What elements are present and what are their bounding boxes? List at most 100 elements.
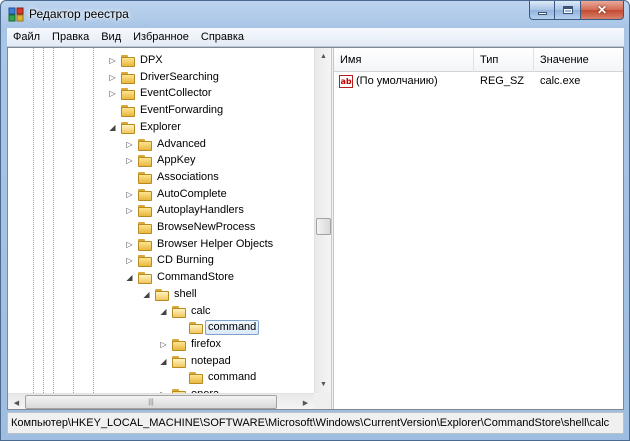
collapse-arrow-icon[interactable]: ◢: [159, 357, 168, 366]
tree-item-label: AutoComplete: [157, 188, 227, 200]
tree-item-label: DPX: [140, 54, 163, 66]
tree-item-label: Browser Helper Objects: [157, 238, 274, 250]
tree-item-label: EventCollector: [140, 87, 212, 99]
value-name-cell: ab (По умолчанию): [339, 72, 474, 90]
tree-item[interactable]: AutoplayHandlers: [154, 202, 247, 219]
tree-pane: ▷ DPX ▷ DriverSearching ▷ EventCollector Event…: [8, 48, 331, 409]
menu-bar: Файл Правка Вид Избранное Справка: [7, 28, 624, 47]
collapse-arrow-icon[interactable]: ◢: [125, 273, 134, 282]
tree-horizontal-scrollbar[interactable]: ◀ ||| ▶: [8, 393, 314, 409]
tree-item[interactable]: AppKey: [154, 152, 199, 169]
minimize-icon: [537, 11, 547, 15]
scrollbar-corner: [314, 393, 331, 409]
tree-guide-line: [93, 48, 94, 393]
tree-item[interactable]: firefox: [188, 336, 224, 353]
tree-item-label: firefox: [191, 338, 221, 350]
value-name: (По умолчанию): [356, 75, 438, 87]
tree-item-label: command: [205, 320, 260, 335]
close-button[interactable]: ✕: [581, 1, 624, 20]
expand-arrow-icon[interactable]: ▷: [125, 206, 134, 215]
vertical-scroll-thumb[interactable]: [316, 218, 331, 235]
collapse-arrow-icon[interactable]: ◢: [108, 123, 117, 132]
tree-item-label: calc: [191, 305, 211, 317]
column-value[interactable]: Значение: [534, 48, 623, 72]
folder-icon: [137, 238, 153, 252]
folder-icon: [171, 338, 187, 352]
collapse-arrow-icon[interactable]: ◢: [142, 290, 151, 299]
folder-icon: [137, 154, 153, 168]
tree-guide-line: [43, 48, 44, 393]
tree-item[interactable]: CommandStore: [154, 269, 237, 286]
tree-item-label: CommandStore: [157, 271, 235, 283]
tree-item[interactable]: DriverSearching: [137, 69, 222, 86]
window-title: Редактор реестра: [29, 7, 129, 21]
status-bar: Компьютер\HKEY_LOCAL_MACHINE\SOFTWARE\Mi…: [7, 412, 624, 434]
tree-item[interactable]: calc: [188, 303, 214, 320]
title-bar[interactable]: Редактор реестра ✕: [1, 1, 629, 28]
tree-item[interactable]: CD Burning: [154, 252, 217, 269]
horizontal-scroll-thumb[interactable]: |||: [25, 395, 277, 409]
tree-vertical-scrollbar[interactable]: ▲ ▼: [314, 48, 331, 393]
open-folder-icon: [154, 288, 170, 302]
menu-file[interactable]: Файл: [7, 31, 46, 43]
menu-favorites[interactable]: Избранное: [127, 31, 195, 43]
client-area: ▷ DPX ▷ DriverSearching ▷ EventCollector Event…: [7, 47, 624, 410]
scroll-down-arrow-icon[interactable]: ▼: [315, 376, 331, 393]
folder-icon: [137, 188, 153, 202]
expand-arrow-icon[interactable]: ▷: [108, 89, 117, 98]
scroll-left-arrow-icon[interactable]: ◀: [8, 394, 25, 409]
open-folder-icon: [120, 121, 136, 135]
column-type[interactable]: Тип: [474, 48, 534, 72]
tree-item[interactable]: Explorer: [137, 119, 184, 136]
expand-arrow-icon[interactable]: ▷: [125, 240, 134, 249]
expand-arrow-icon[interactable]: ▷: [108, 56, 117, 65]
maximize-icon: [562, 6, 573, 14]
collapse-arrow-icon[interactable]: ◢: [159, 307, 168, 316]
tree-item[interactable]: command: [205, 319, 260, 336]
tree-item[interactable]: BrowseNewProcess: [154, 219, 258, 236]
expand-arrow-icon[interactable]: ▷: [159, 340, 168, 349]
folder-icon: [120, 87, 136, 101]
expand-arrow-icon[interactable]: ▷: [108, 73, 117, 82]
scroll-right-arrow-icon[interactable]: ▶: [297, 394, 314, 409]
folder-icon: [137, 254, 153, 268]
tree-item[interactable]: EventForwarding: [137, 102, 226, 119]
folder-icon: [120, 104, 136, 118]
expand-arrow-icon[interactable]: ▷: [125, 256, 134, 265]
tree-item[interactable]: notepad: [188, 353, 234, 370]
tree-item-label: BrowseNewProcess: [157, 221, 256, 233]
expand-arrow-icon[interactable]: ▷: [125, 190, 134, 199]
column-name[interactable]: Имя: [334, 48, 474, 72]
tree-item[interactable]: DPX: [137, 52, 166, 69]
tree-item[interactable]: AutoComplete: [154, 186, 230, 203]
open-folder-icon: [171, 305, 187, 319]
tree-item[interactable]: Advanced: [154, 136, 209, 153]
tree-item[interactable]: shell: [171, 286, 200, 303]
folder-icon: [137, 221, 153, 235]
maximize-button[interactable]: [555, 1, 581, 20]
expand-arrow-icon[interactable]: ▷: [125, 156, 134, 165]
scroll-up-arrow-icon[interactable]: ▲: [315, 48, 331, 65]
tree-item[interactable]: Associations: [154, 169, 222, 186]
list-row[interactable]: ab (По умолчанию) REG_SZ calc.exe: [334, 72, 623, 90]
close-icon: ✕: [596, 3, 608, 17]
expand-arrow-icon[interactable]: ▷: [125, 140, 134, 149]
menu-help[interactable]: Справка: [195, 31, 250, 43]
tree-item[interactable]: Browser Helper Objects: [154, 236, 276, 253]
value-type: REG_SZ: [480, 75, 525, 87]
folder-icon: [137, 204, 153, 218]
tree-guide-line: [73, 48, 74, 393]
open-folder-icon: [188, 321, 204, 335]
registry-editor-window: Редактор реестра ✕ Файл Правка Вид Избра…: [0, 0, 630, 441]
registry-tree[interactable]: ▷ DPX ▷ DriverSearching ▷ EventCollector Event…: [8, 48, 314, 393]
tree-item[interactable]: command: [205, 369, 259, 386]
menu-edit[interactable]: Правка: [46, 31, 95, 43]
menu-view[interactable]: Вид: [95, 31, 127, 43]
tree-item-label: command: [208, 371, 257, 383]
tree-item[interactable]: EventCollector: [137, 85, 215, 102]
status-path: Компьютер\HKEY_LOCAL_MACHINE\SOFTWARE\Mi…: [11, 417, 610, 429]
minimize-button[interactable]: [529, 1, 555, 20]
tree-item[interactable]: opera: [188, 386, 222, 393]
values-list[interactable]: Имя Тип Значение ab (По умолчанию) REG_S…: [334, 48, 623, 409]
registry-editor-icon: [8, 7, 24, 22]
